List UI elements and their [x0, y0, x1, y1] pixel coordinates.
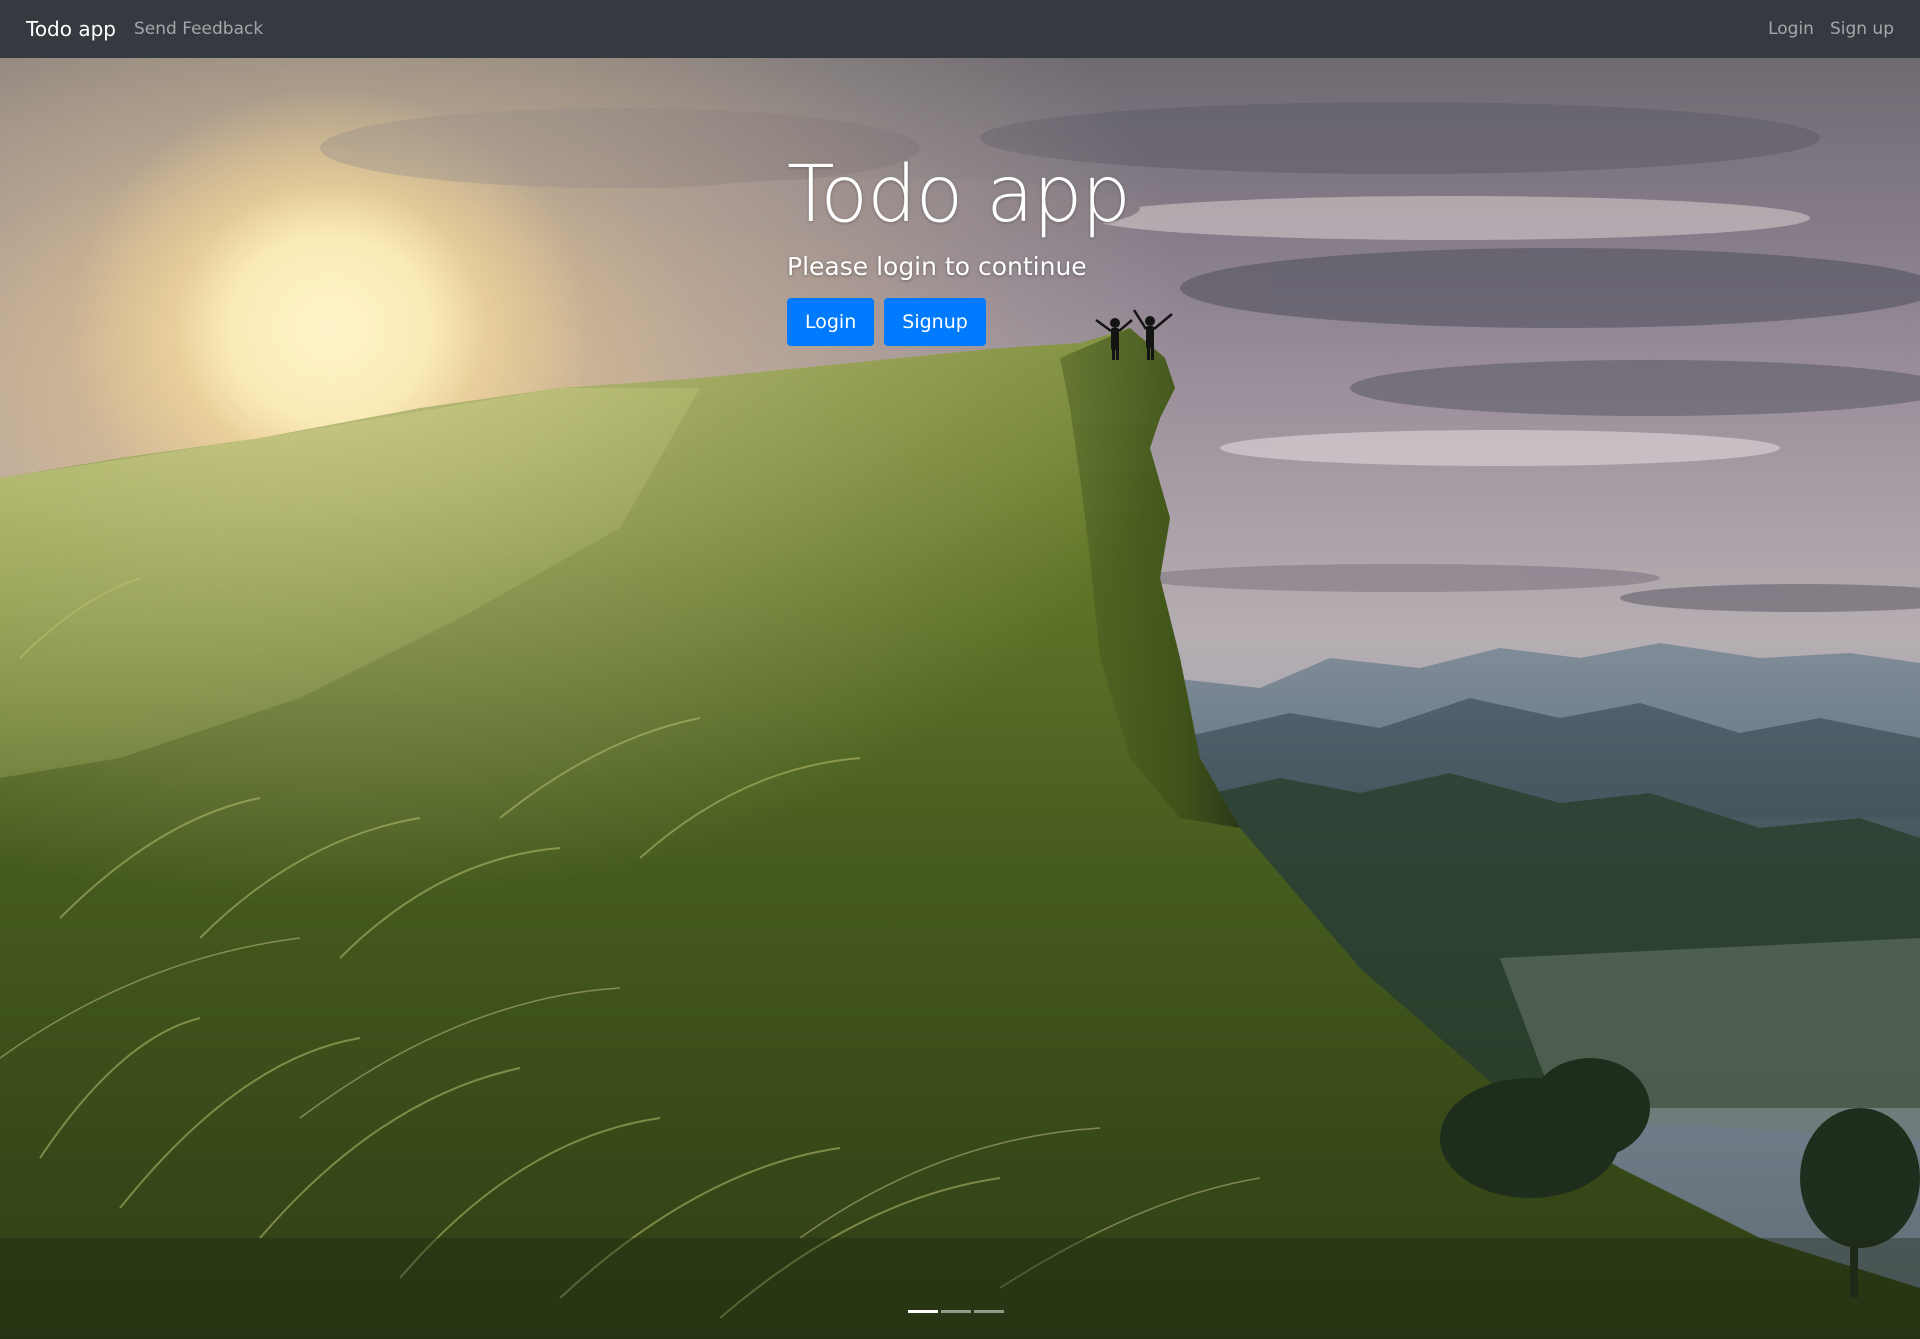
top-navbar: Todo app Send Feedback Login Sign up	[0, 0, 1920, 58]
hero-button-row: Login Signup	[787, 298, 1347, 346]
hero-title: Todo app	[787, 150, 1131, 240]
navbar-left: Todo app Send Feedback	[26, 17, 263, 41]
carousel-indicators	[908, 1310, 1004, 1313]
nav-link-sign-up[interactable]: Sign up	[1830, 19, 1894, 39]
signup-button[interactable]: Signup	[884, 298, 986, 346]
nav-link-send-feedback[interactable]: Send Feedback	[134, 19, 263, 39]
carousel-indicator[interactable]	[974, 1310, 1004, 1313]
carousel-indicator[interactable]	[908, 1310, 938, 1313]
hero-subtitle: Please login to continue	[787, 252, 1087, 281]
navbar-brand[interactable]: Todo app	[26, 17, 116, 41]
navbar-right: Login Sign up	[1768, 19, 1894, 39]
nav-link-login[interactable]: Login	[1768, 19, 1814, 39]
login-button[interactable]: Login	[787, 298, 875, 346]
hero-content: Todo app Please login to continue Login …	[787, 140, 1347, 346]
carousel-indicator[interactable]	[941, 1310, 971, 1313]
